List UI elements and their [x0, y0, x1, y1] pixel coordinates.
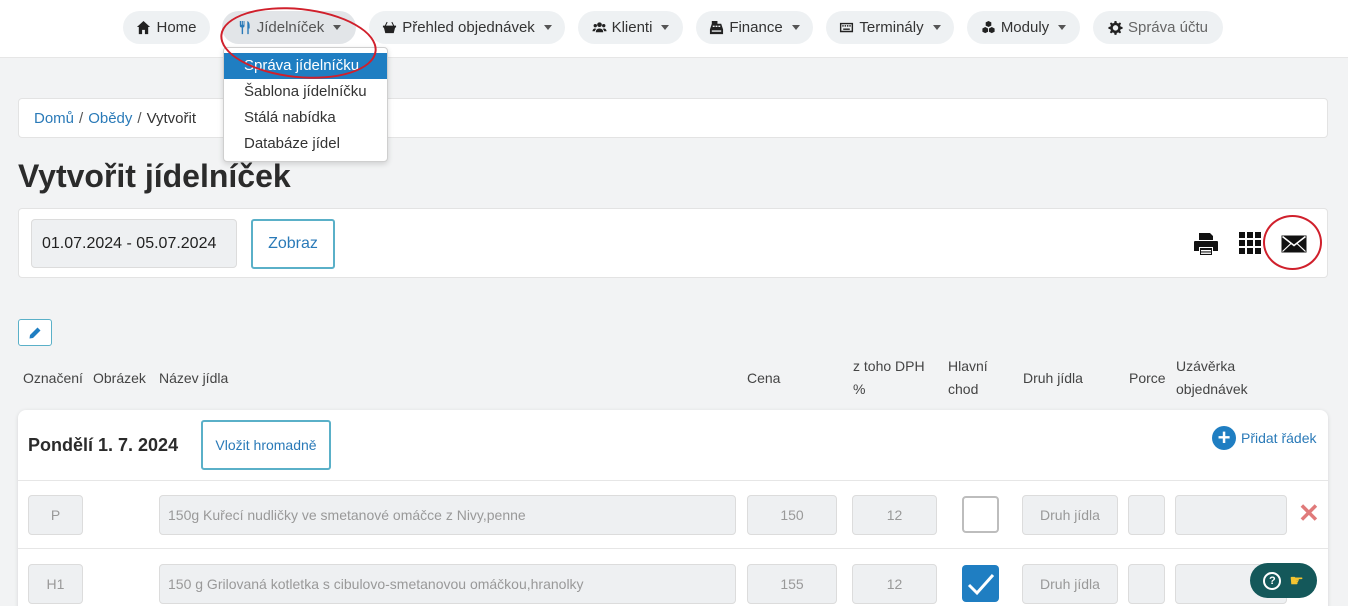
vat-field[interactable]: 12	[852, 495, 937, 535]
dish-type-field[interactable]: Druh jídla	[1022, 564, 1118, 604]
portion-field[interactable]	[1128, 564, 1165, 604]
print-icon[interactable]	[1193, 232, 1219, 256]
dish-name-field[interactable]: 150g Kuřecí nudličky ve smetanové omáčce…	[159, 495, 736, 535]
chevron-down-icon	[543, 25, 552, 30]
chevron-down-icon	[1058, 25, 1067, 30]
nav-prehled-objednavek[interactable]: Přehled objednávek	[369, 11, 565, 44]
nav-klienti-label: Klienti	[611, 19, 653, 36]
plus-circle-icon: +	[1212, 426, 1236, 450]
nav-jidelnicek[interactable]: Jídelníček	[222, 11, 356, 44]
cash-register-icon	[710, 20, 724, 35]
chevron-down-icon	[333, 25, 342, 30]
filter-bar: 01.07.2024 - 05.07.2024 Zobraz	[18, 208, 1328, 278]
breadcrumb-current: Vytvořit	[146, 109, 197, 127]
nav-home-label: Home	[156, 19, 197, 36]
show-button[interactable]: Zobraz	[251, 219, 335, 269]
nav-terminaly[interactable]: Terminály	[826, 11, 954, 44]
edit-button[interactable]	[18, 319, 52, 346]
column-header-portion: Porce	[1129, 370, 1166, 386]
users-icon	[592, 22, 607, 33]
price-field[interactable]: 155	[747, 564, 837, 604]
menu-item-sprava-jidelnicku[interactable]: Správa jídelníčku	[224, 53, 387, 79]
table-row: H1 150 g Grilovaná kotletka s cibulovo-s…	[18, 548, 1328, 606]
breadcrumb-home-link[interactable]: Domů	[34, 110, 74, 127]
nav-klienti[interactable]: Klienti	[578, 11, 683, 44]
cubes-icon	[982, 20, 995, 34]
code-field[interactable]: H1	[28, 564, 83, 604]
basket-icon	[383, 21, 397, 34]
home-icon	[137, 20, 151, 35]
nav-terminaly-label: Terminály	[859, 19, 924, 36]
column-header-price: Cena	[747, 370, 781, 386]
menu-item-databaze-jidel[interactable]: Databáze jídel	[224, 131, 387, 157]
utensils-icon	[239, 20, 250, 35]
nav-sprava-uctu-label: Správa účtu	[1127, 19, 1209, 36]
bulk-insert-button[interactable]: Vložit hromadně	[201, 420, 331, 470]
breadcrumb-obedy-link[interactable]: Obědy	[88, 110, 132, 127]
column-header-main-course: Hlavní chod	[948, 355, 988, 401]
breadcrumb: Domů / Obědy / Vytvořit	[18, 98, 1328, 138]
top-navbar: Home Jídelníček Přehled objednávek Klien…	[0, 0, 1348, 58]
column-header-vat-line2: %	[853, 381, 866, 397]
date-range-input[interactable]: 01.07.2024 - 05.07.2024	[31, 219, 237, 268]
column-header-label: Označení	[23, 370, 83, 386]
chevron-down-icon	[791, 25, 800, 30]
nav-finance[interactable]: Finance	[696, 11, 813, 44]
dish-name-field[interactable]: 150 g Grilovaná kotletka s cibulovo-smet…	[159, 564, 736, 604]
page-title: Vytvořit jídelníček	[18, 158, 291, 194]
nav-sprava-uctu[interactable]: Správa účtu	[1093, 11, 1223, 44]
grid-icon[interactable]	[1239, 232, 1261, 254]
column-header-image: Obrázek	[93, 370, 146, 386]
vat-field[interactable]: 12	[852, 564, 937, 604]
menu-item-sablona-jidelnicku[interactable]: Šablona jídelníčku	[224, 79, 387, 105]
pointing-hand-icon: ☛	[1289, 572, 1304, 590]
checkmark-icon	[967, 573, 994, 595]
column-header-type: Druh jídla	[1023, 370, 1083, 386]
nav-moduly-label: Moduly	[1000, 19, 1050, 36]
column-header-closing-line1: Uzávěrka	[1176, 358, 1236, 374]
help-widget-button[interactable]: ? ☛	[1250, 563, 1317, 598]
question-icon: ?	[1263, 571, 1282, 590]
nav-moduly[interactable]: Moduly	[967, 11, 1080, 44]
column-header-name: Název jídla	[159, 370, 229, 386]
dish-type-field[interactable]: Druh jídla	[1022, 495, 1118, 535]
keyboard-icon	[840, 22, 854, 33]
portion-field[interactable]	[1128, 495, 1165, 535]
nav-home[interactable]: Home	[123, 11, 210, 44]
pencil-icon	[29, 327, 41, 338]
column-header-main-line1: Hlavní	[948, 358, 988, 374]
chevron-down-icon	[661, 25, 670, 30]
column-header-vat: z toho DPH %	[853, 355, 925, 401]
code-field[interactable]: P	[28, 495, 83, 535]
day-title: Pondělí 1. 7. 2024	[28, 435, 179, 455]
add-row-button[interactable]: + Přidat řádek	[1212, 426, 1316, 450]
nav-finance-label: Finance	[729, 19, 783, 36]
envelope-icon[interactable]	[1281, 235, 1307, 253]
column-header-closing: Uzávěrka objednávek	[1176, 355, 1248, 401]
column-header-main-line2: chod	[948, 381, 979, 397]
column-header-vat-line1: z toho DPH	[853, 358, 925, 374]
day-card: Pondělí 1. 7. 2024 Vložit hromadně + Při…	[18, 410, 1328, 606]
breadcrumb-separator: /	[137, 109, 142, 127]
chevron-down-icon	[932, 25, 941, 30]
nav-prehled-label: Přehled objednávek	[402, 19, 535, 36]
main-course-checkbox[interactable]	[962, 496, 999, 533]
closing-field[interactable]	[1175, 495, 1287, 535]
gear-icon	[1108, 20, 1123, 35]
jidelnicek-dropdown-menu: Správa jídelníčku Šablona jídelníčku Stá…	[223, 47, 388, 162]
column-header-closing-line2: objednávek	[1176, 381, 1248, 397]
add-row-label: Přidat řádek	[1241, 430, 1317, 446]
breadcrumb-separator: /	[79, 109, 84, 127]
menu-item-stala-nabidka[interactable]: Stálá nabídka	[224, 105, 387, 131]
price-field[interactable]: 150	[747, 495, 837, 535]
main-course-checkbox[interactable]	[962, 565, 999, 602]
delete-row-icon[interactable]: ✕	[1298, 498, 1320, 529]
table-row: P 150g Kuřecí nudličky ve smetanové omáč…	[18, 480, 1328, 548]
nav-jidelnicek-label: Jídelníček	[256, 19, 325, 36]
